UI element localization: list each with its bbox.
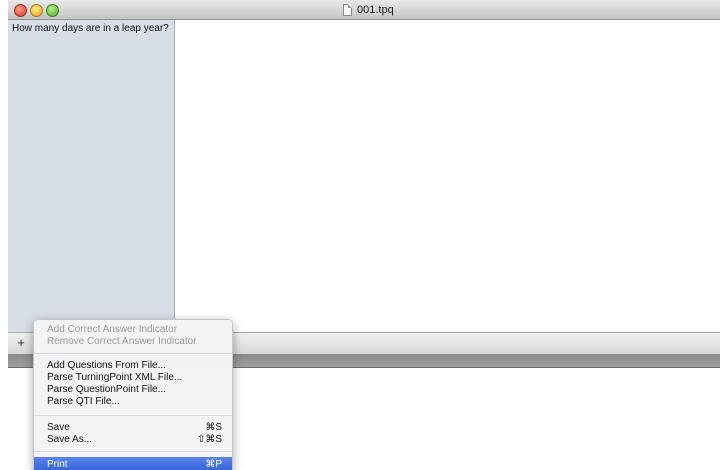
menu-item-parse-questionpoint[interactable]: Parse QuestionPoint File... [34, 384, 232, 396]
menu-item-remove-correct-answer-indicator[interactable]: Remove Correct Answer Indicator [34, 336, 232, 348]
menu-item-print[interactable]: Print ⌘P [34, 457, 232, 470]
window-title-group: 001.tpq [343, 3, 394, 17]
document-icon [343, 4, 352, 16]
menu-item-shortcut: ⇧⌘S [196, 434, 222, 445]
add-question-button[interactable]: + [12, 333, 30, 353]
menu-separator [34, 353, 232, 354]
menu-item-label: Add Questions From File... [47, 360, 166, 371]
menu-item-shortcut: ⌘P [205, 459, 222, 470]
menu-item-label: Parse QuestionPoint File... [47, 384, 166, 395]
window-title: 001.tpq [357, 4, 394, 16]
title-bar[interactable]: 001.tpq [8, 0, 720, 20]
menu-item-label: Remove Correct Answer Indicator [47, 336, 197, 347]
close-window-button[interactable] [14, 4, 27, 17]
menu-item-shortcut: ⌘S [205, 422, 222, 433]
menu-item-save-as[interactable]: Save As... ⇧⌘S [34, 434, 232, 446]
menu-item-label: Save As... [47, 434, 93, 445]
minimize-window-button[interactable] [30, 4, 43, 17]
menu-separator [34, 451, 232, 452]
menu-item-save[interactable]: Save ⌘S [34, 422, 232, 434]
menu-item-parse-qti[interactable]: Parse QTI File... [34, 396, 232, 408]
menu-item-label: Add Correct Answer Indicator [47, 324, 178, 335]
question-list-sidebar[interactable]: How many days are in a leap year? [8, 20, 175, 332]
menu-item-add-questions-from-file[interactable]: Add Questions From File... [34, 360, 232, 372]
question-list-item[interactable]: How many days are in a leap year? [12, 23, 169, 34]
menu-separator [34, 415, 232, 416]
menu-item-add-correct-answer-indicator[interactable]: Add Correct Answer Indicator [34, 324, 232, 336]
menu-item-label: Parse QTI File... [47, 396, 120, 407]
app-window: 001.tpq How many days are in a leap year… [8, 0, 720, 372]
menu-item-label: Parse TurningPoint XML File... [47, 372, 183, 383]
action-popup-menu[interactable]: Add Correct Answer Indicator Remove Corr… [33, 319, 233, 470]
menu-item-label: Print [47, 459, 68, 470]
menu-item-parse-turningpoint-xml[interactable]: Parse TurningPoint XML File... [34, 372, 232, 384]
zoom-window-button[interactable] [46, 4, 59, 17]
menu-item-label: Save [47, 422, 70, 433]
